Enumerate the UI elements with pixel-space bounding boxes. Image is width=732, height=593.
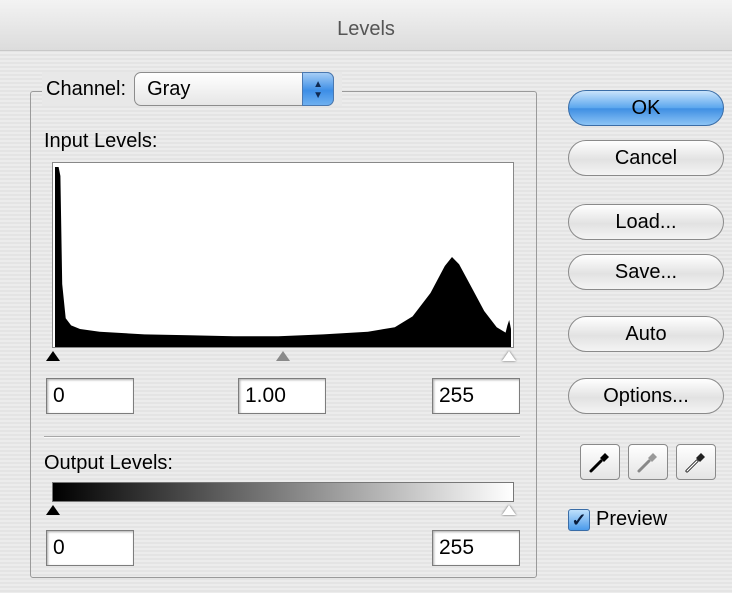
- channel-selected-value: Gray: [147, 78, 191, 100]
- output-levels-label: Output Levels:: [44, 452, 173, 474]
- gray-eyedropper-button[interactable]: [628, 444, 668, 480]
- histogram-area: [55, 167, 511, 347]
- output-gradient-bar: [52, 482, 514, 502]
- channel-select[interactable]: Gray ▲ ▼: [134, 72, 335, 106]
- window-title: Levels: [0, 0, 732, 51]
- preview-option[interactable]: ✓ Preview: [568, 508, 667, 531]
- white-eyedropper-icon: [685, 453, 705, 473]
- histogram: [52, 162, 514, 348]
- input-black-point-field[interactable]: 0: [46, 378, 134, 414]
- input-white-point-field[interactable]: 255: [432, 378, 520, 414]
- histogram-chart: [55, 167, 511, 347]
- save-button[interactable]: Save...: [568, 254, 724, 290]
- output-white-point-field[interactable]: 255: [432, 530, 520, 566]
- gray-eyedropper-icon: [637, 453, 657, 473]
- preview-label: Preview: [596, 508, 668, 530]
- popup-arrows-icon: ▲ ▼: [302, 72, 335, 106]
- input-levels-label: Input Levels:: [44, 130, 158, 152]
- output-black-point-slider[interactable]: [46, 505, 60, 515]
- input-midtone-field[interactable]: 1.00: [238, 378, 326, 414]
- input-black-point-slider[interactable]: [46, 351, 60, 361]
- black-eyedropper-icon: [589, 453, 609, 473]
- output-white-point-slider[interactable]: [502, 505, 516, 515]
- input-white-point-slider[interactable]: [502, 351, 516, 361]
- auto-button[interactable]: Auto: [568, 316, 724, 352]
- preview-checkbox[interactable]: ✓: [568, 508, 590, 531]
- white-eyedropper-button[interactable]: [676, 444, 716, 480]
- input-midtone-slider[interactable]: [276, 351, 290, 361]
- checkmark-icon: ✓: [571, 509, 587, 530]
- ok-button[interactable]: OK: [568, 90, 724, 126]
- options-button[interactable]: Options...: [568, 378, 724, 414]
- black-eyedropper-button[interactable]: [580, 444, 620, 480]
- load-button[interactable]: Load...: [568, 204, 724, 240]
- channel-row: Channel: Gray ▲ ▼: [42, 72, 343, 106]
- cancel-button[interactable]: Cancel: [568, 140, 724, 176]
- channel-label: Channel:: [46, 77, 127, 100]
- section-divider: [44, 436, 520, 438]
- output-black-point-field[interactable]: 0: [46, 530, 134, 566]
